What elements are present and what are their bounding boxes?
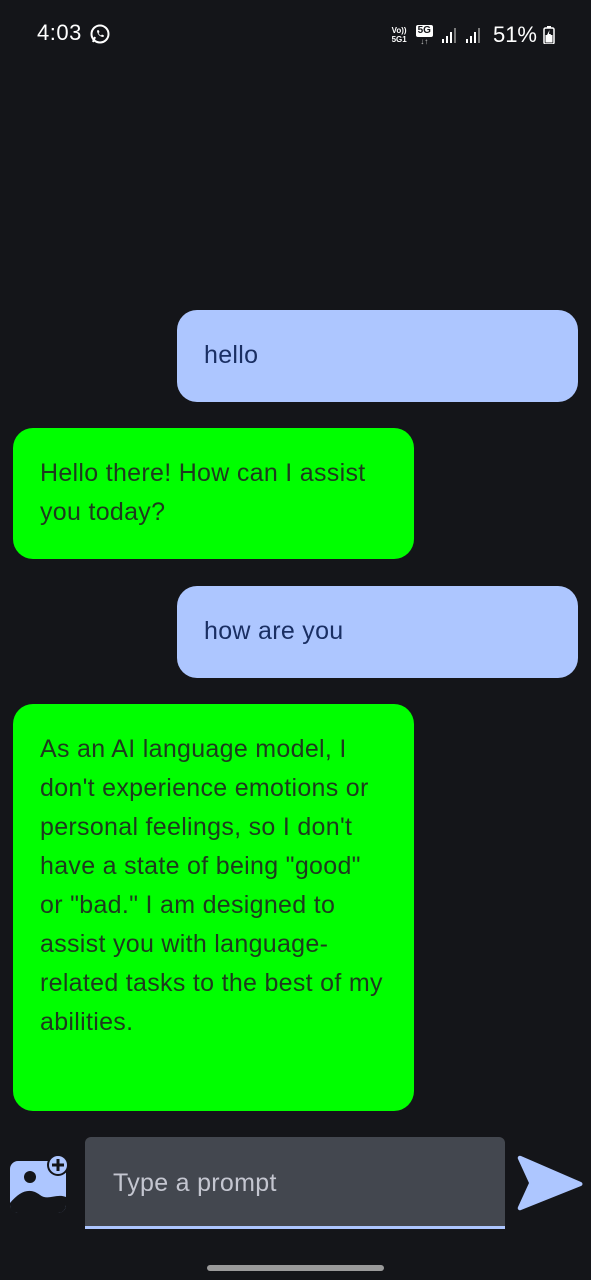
prompt-field[interactable] [85, 1137, 505, 1229]
home-indicator[interactable] [207, 1265, 384, 1271]
volte-label: Vo)) [391, 26, 407, 35]
chat-screen: 4:03 Vo)) 5G1 5G ↓↑ 51% hello Hello ther… [0, 0, 591, 1280]
message-text: hello [204, 341, 259, 369]
message-text: As an AI language model, I don't experie… [40, 735, 383, 1036]
message-text: Hello there! How can I assist you today? [40, 459, 366, 526]
network-indicator: 5G ↓↑ [415, 24, 433, 46]
send-icon[interactable] [515, 1150, 585, 1218]
whatsapp-icon [90, 24, 110, 44]
status-indicators: Vo)) 5G1 5G ↓↑ 51% [392, 20, 555, 50]
volte-sub-label: 5G1 [391, 35, 407, 44]
battery-icon [543, 26, 555, 44]
battery-percentage: 51% [492, 22, 537, 47]
add-photo-icon[interactable] [8, 1153, 70, 1215]
signal-icon [441, 28, 456, 43]
signal-icon-sim2 [465, 28, 480, 43]
message-text: how are you [204, 617, 344, 645]
network-arrows: ↓↑ [420, 36, 429, 46]
network-badge: 5G [415, 24, 433, 37]
volte-indicator: Vo)) 5G1 [392, 26, 412, 44]
status-time: 4:03 [37, 20, 82, 45]
user-message: how are you [177, 586, 578, 678]
assistant-message: As an AI language model, I don't experie… [13, 704, 414, 1111]
assistant-message: Hello there! How can I assist you today? [13, 428, 414, 559]
prompt-input[interactable] [113, 1165, 483, 1201]
status-bar: 4:03 Vo)) 5G1 5G ↓↑ 51% [0, 0, 591, 70]
user-message: hello [177, 310, 578, 402]
